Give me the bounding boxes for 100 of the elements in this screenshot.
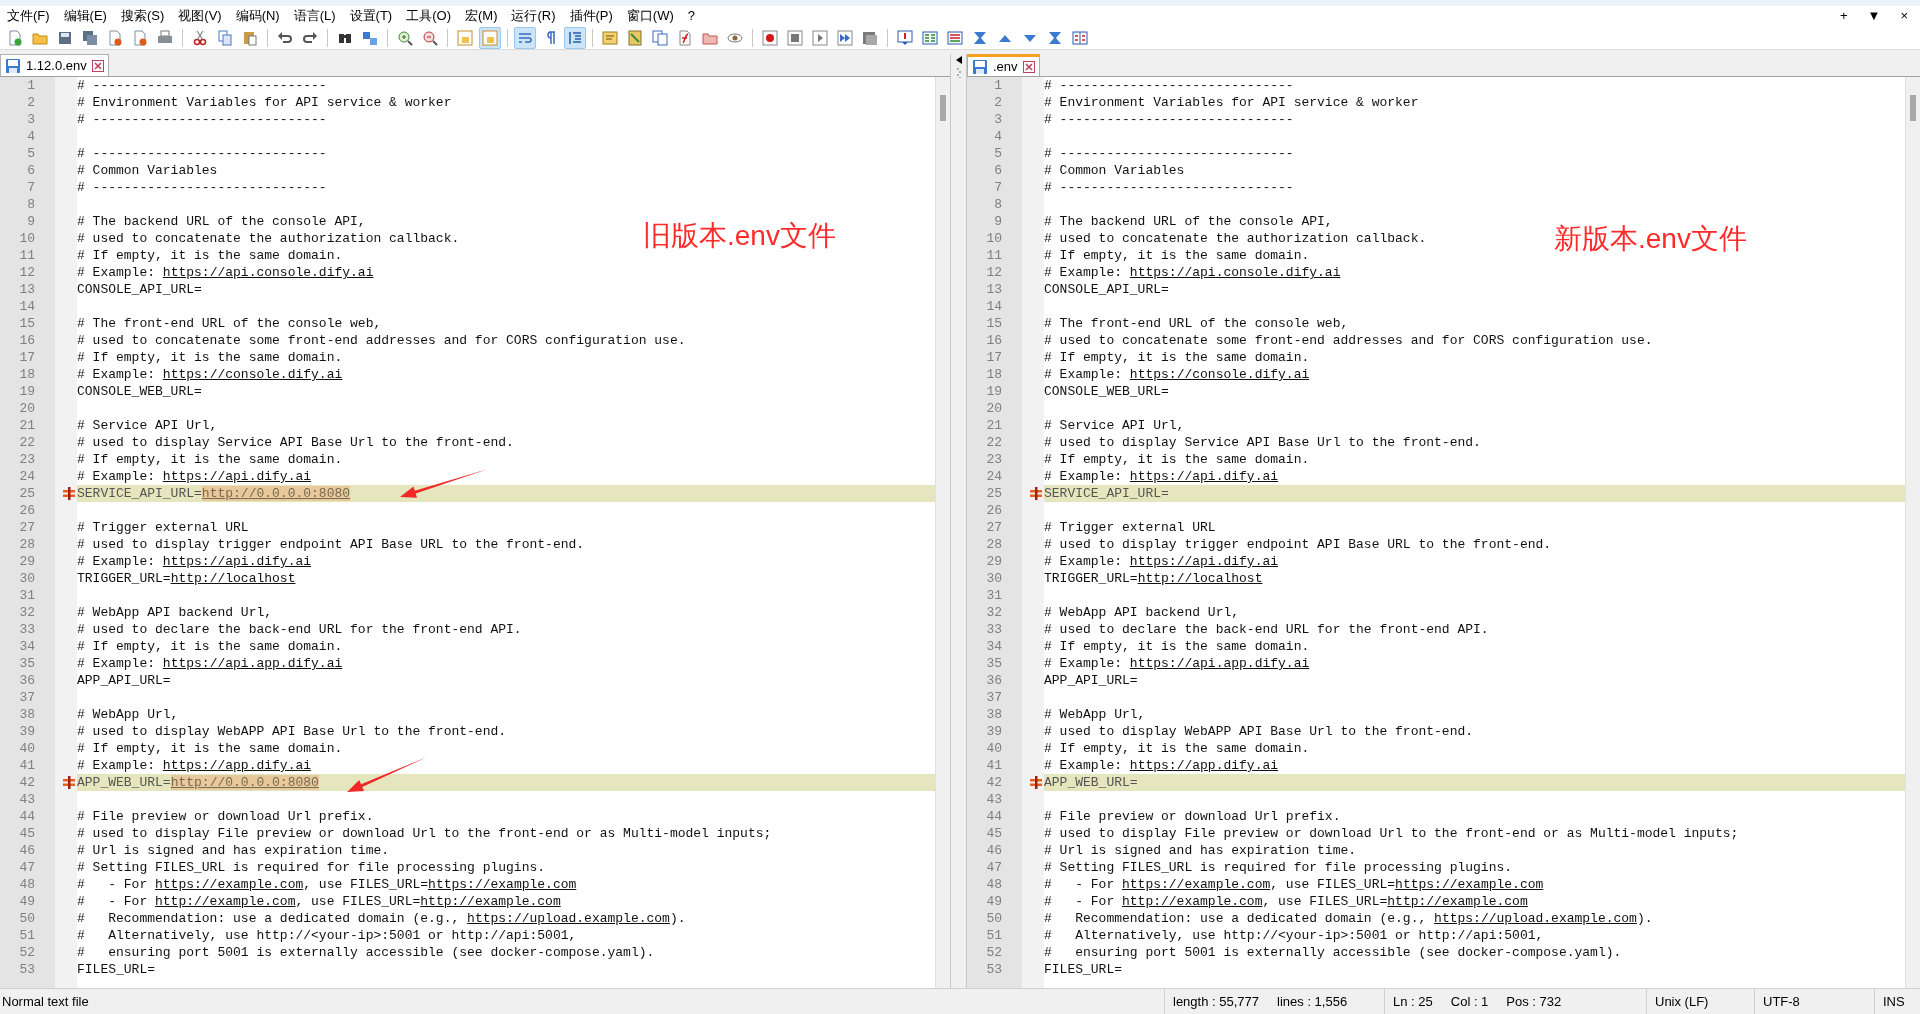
window-control[interactable]: ×: [1896, 6, 1912, 26]
link[interactable]: http://localhost: [1137, 571, 1263, 586]
menu-item[interactable]: 设置(T): [342, 6, 400, 26]
line-number: 29: [18, 553, 36, 570]
file-tab[interactable]: .env: [967, 54, 1040, 76]
line-number: 39: [18, 723, 36, 740]
line-number: 53: [985, 961, 1003, 978]
menu-item[interactable]: 窗口(W): [619, 6, 681, 26]
menu-item[interactable]: 工具(O): [399, 6, 458, 26]
code-line: # ------------------------------: [1044, 146, 1294, 161]
link[interactable]: https://console.dify.ai: [162, 367, 343, 382]
menu-item[interactable]: 搜索(S): [113, 6, 172, 26]
collapse-arrow-icon: [955, 56, 962, 64]
code-line: # If empty, it is the same domain.: [1044, 350, 1310, 365]
line-number: 27: [985, 519, 1003, 536]
link[interactable]: http://example.com: [1122, 894, 1263, 909]
code-line: # If empty, it is the same domain.: [77, 350, 343, 365]
code-line: # used to display File preview or download Url to the front-end or as Multi-model inputs;: [77, 826, 772, 841]
code-line: # Example: https://api.dify.ai: [1044, 469, 1279, 484]
link[interactable]: http://example.com: [1387, 894, 1528, 909]
line-number: 4: [26, 128, 36, 145]
link[interactable]: https://example.com: [1122, 877, 1271, 892]
line-number: 17: [18, 349, 36, 366]
line-number: 8: [993, 196, 1003, 213]
indent-guide-icon[interactable]: [564, 26, 586, 49]
link[interactable]: https://upload.example.com: [1434, 911, 1637, 926]
link[interactable]: https://api.console.dify.ai: [162, 265, 374, 280]
file-tab[interactable]: 1.12.0.env: [0, 54, 109, 76]
line-number: 9: [993, 213, 1003, 230]
line-number: 2: [993, 94, 1003, 111]
code-line: # used to concatenate some front-end addresses and for CORS configuration use.: [77, 333, 686, 348]
link[interactable]: https://api.dify.ai: [162, 469, 312, 484]
line-number: 34: [985, 638, 1003, 655]
line-number: 25: [18, 485, 36, 502]
code-line: # Alternatively, use http://<your-ip>:5001 or http://api:5001,: [1044, 928, 1544, 943]
menu-item[interactable]: 宏(M): [457, 6, 505, 26]
link[interactable]: https://api.dify.ai: [162, 554, 312, 569]
code-line: APP_API_URL=: [1044, 673, 1138, 688]
code-line: # Example: https://api.app.dify.ai: [77, 656, 343, 671]
line-number: 6: [26, 162, 36, 179]
scrollbar-thumb[interactable]: [1910, 95, 1916, 121]
code-line: # Example: https://api.dify.ai: [77, 469, 312, 484]
line-number: 17: [985, 349, 1003, 366]
line-number: 20: [18, 400, 36, 417]
code-line: # Example: https://console.dify.ai: [77, 367, 343, 382]
code-line: # ------------------------------: [77, 146, 327, 161]
line-number: 22: [985, 434, 1003, 451]
code-line: # Service API Url,: [77, 418, 218, 433]
code-line: # File preview or download Url prefix.: [77, 809, 374, 824]
code-line: # Example: https://api.dify.ai: [77, 554, 312, 569]
line-number: 18: [18, 366, 36, 383]
code-line: APP_API_URL=: [77, 673, 171, 688]
line-number: 30: [985, 570, 1003, 587]
code-line: # File preview or download Url prefix.: [1044, 809, 1341, 824]
menu-item[interactable]: 语言(L): [286, 6, 343, 26]
link[interactable]: http://example.com: [420, 894, 561, 909]
menu-item[interactable]: 视图(V): [171, 6, 229, 26]
link[interactable]: https://app.dify.ai: [1129, 758, 1279, 773]
link[interactable]: https://api.dify.ai: [1129, 554, 1279, 569]
window-control[interactable]: +: [1835, 6, 1852, 26]
word-wrap-icon[interactable]: [514, 26, 536, 49]
link[interactable]: https://api.app.dify.ai: [162, 656, 343, 671]
line-number: 45: [18, 825, 36, 842]
line-number: 49: [985, 893, 1003, 910]
menu-item[interactable]: 插件(P): [562, 6, 620, 26]
link[interactable]: https://upload.example.com: [467, 911, 670, 926]
line-number: 28: [985, 536, 1003, 553]
menu-item[interactable]: ?: [680, 6, 703, 26]
menu-item[interactable]: 运行(R): [504, 6, 563, 26]
link[interactable]: https://example.com: [428, 877, 577, 892]
link[interactable]: https://app.dify.ai: [162, 758, 312, 773]
line-number: 11: [18, 247, 36, 264]
line-number: 38: [985, 706, 1003, 723]
code-line: # used to display trigger endpoint API Base URL to the front-end.: [77, 537, 585, 552]
window-control[interactable]: ▼: [1863, 6, 1885, 26]
link[interactable]: http://localhost: [170, 571, 296, 586]
link[interactable]: https://example.com: [1395, 877, 1544, 892]
line-number: 5: [26, 145, 36, 162]
menu-item[interactable]: 文件(F): [0, 6, 57, 26]
code-line: # The backend URL of the console API,: [1044, 214, 1333, 229]
code-line: # If empty, it is the same domain.: [1044, 741, 1310, 756]
link[interactable]: https://console.dify.ai: [1129, 367, 1310, 382]
code-line: TRIGGER_URL=http://localhost: [77, 571, 296, 586]
menu-item[interactable]: 编码(N): [228, 6, 287, 26]
line-number: 32: [18, 604, 36, 621]
code-line: # The front-end URL of the console web,: [1044, 316, 1349, 331]
line-number: 38: [18, 706, 36, 723]
line-number: 11: [985, 247, 1003, 264]
scrollbar-thumb[interactable]: [940, 95, 946, 121]
menu-item[interactable]: 编辑(E): [56, 6, 114, 26]
code-line: # WebApp Url,: [77, 707, 179, 722]
code-line: # used to concatenate some front-end addresses and for CORS configuration use.: [1044, 333, 1653, 348]
link[interactable]: https://api.dify.ai: [1129, 469, 1279, 484]
link[interactable]: https://api.console.dify.ai: [1129, 265, 1341, 280]
link[interactable]: http://example.com: [155, 894, 296, 909]
code-line: # used to display Service API Base Url to the front-end.: [1044, 435, 1481, 450]
code-line: # The backend URL of the console API,: [77, 214, 366, 229]
link[interactable]: https://example.com: [155, 877, 304, 892]
link[interactable]: https://api.app.dify.ai: [1129, 656, 1310, 671]
code-line: # Recommendation: use a dedicated domain (e.g., https://upload.example.com).: [77, 911, 686, 926]
